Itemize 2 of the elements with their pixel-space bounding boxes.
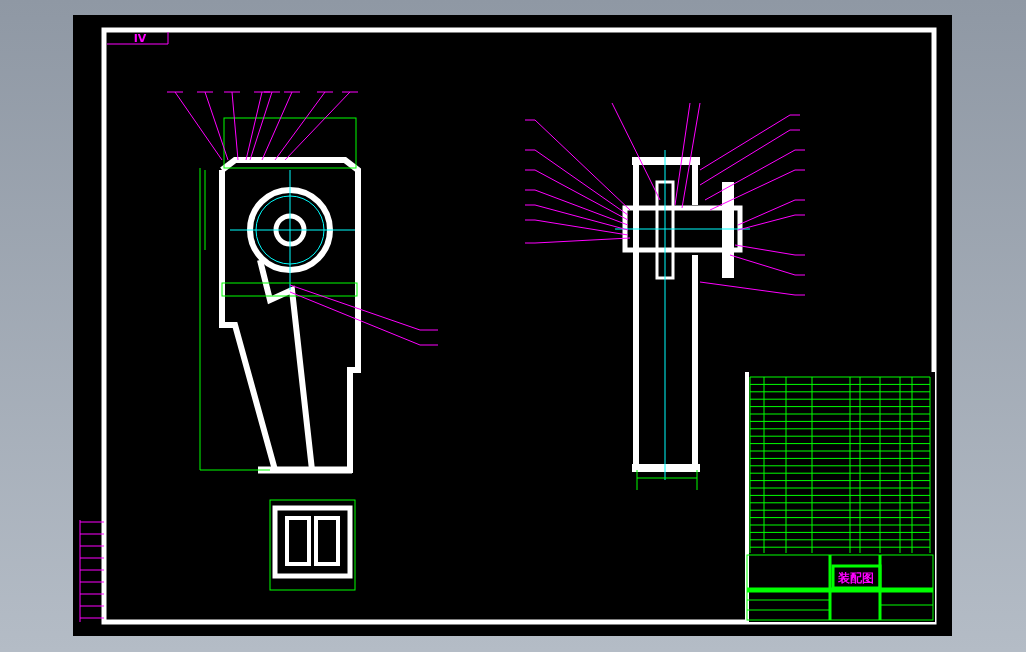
zone-label: IV xyxy=(133,32,147,45)
drawing-title: 装配图 xyxy=(838,571,874,585)
